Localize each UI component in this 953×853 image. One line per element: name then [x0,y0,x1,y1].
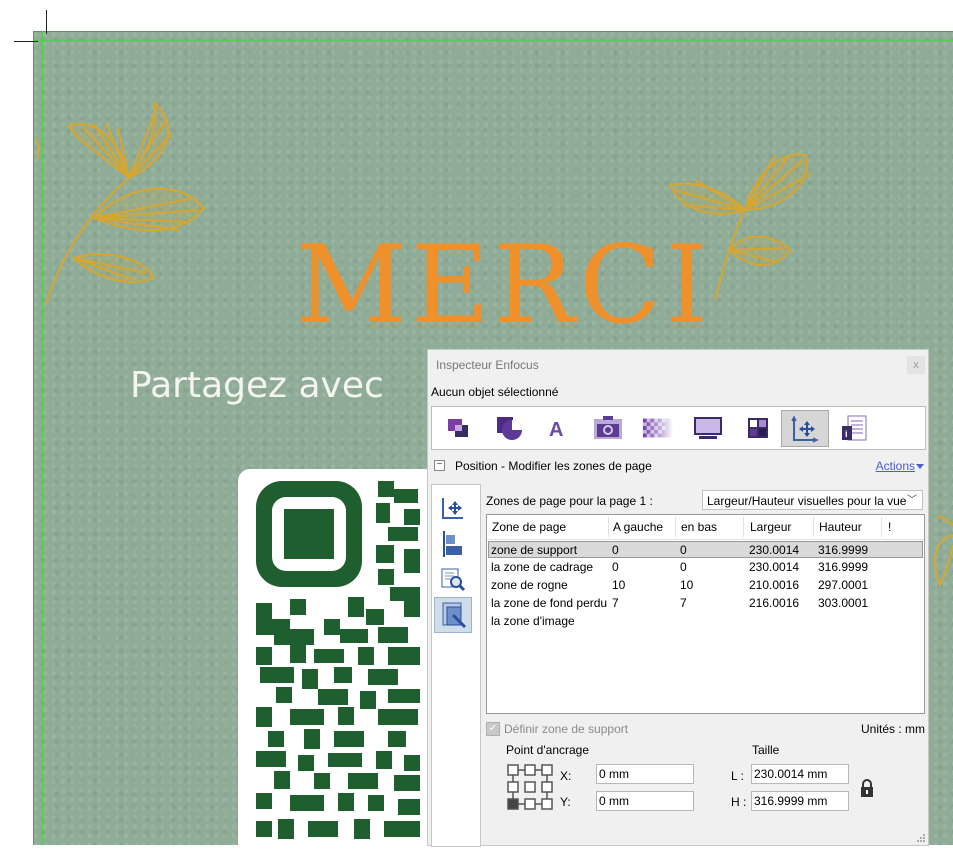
table-cell: zone de rogne [491,578,568,592]
inspector-toolbar: A i [431,406,926,450]
define-support-label: Définir zone de support [504,722,629,736]
position-icon[interactable] [781,410,829,447]
gingko-leaf-edge-illustration [933,515,953,588]
table-cell: 0 [680,560,687,574]
table-cell: 0 [680,543,687,557]
shape-icon[interactable] [493,412,525,444]
svg-text:A: A [549,419,563,440]
transparency-icon[interactable] [642,412,674,444]
table-row[interactable]: zone de rogne 10 10 210.0016 297.0001 [488,577,923,594]
gingko-leaf-left-illustration [35,100,206,304]
crop-mark-vertical [46,10,47,34]
column-divider[interactable] [675,517,676,537]
section-title: Position - Modifier les zones de page [455,459,652,473]
table-cell: la zone d'image [491,614,575,628]
headline-text: MERCI [296,223,713,348]
text-icon[interactable]: A [542,412,574,444]
table-cell: 297.0001 [818,578,869,592]
subline-text: Partagez avec [130,365,384,406]
svg-text:i: i [845,429,848,439]
table-cell: 230.0014 [749,560,800,574]
chevron-down-icon [916,464,924,470]
table-cell: 0 [612,543,619,557]
table-row[interactable]: la zone d'image [488,613,923,630]
table-row[interactable]: la zone de cadrage 0 0 230.0014 316.9999 [488,559,923,576]
width-label: L : [731,769,744,783]
inspector-panel: Inspecteur Enfocus x Aucun objet sélecti… [427,349,929,847]
zones-view-select[interactable]: Largeur/Hauteur visuelles pour la vue ﹀ [702,490,923,510]
collapse-icon[interactable]: − [434,460,445,471]
table-cell: 10 [680,578,694,592]
column-divider[interactable] [608,517,609,537]
position-section-header: − Position - Modifier les zones de page … [428,456,928,478]
bleed-guide-horizontal [33,40,953,41]
column-divider[interactable] [743,517,744,537]
monitor-icon[interactable] [692,412,724,444]
table-cell: zone de support [491,543,578,557]
column-divider[interactable] [813,517,814,537]
y-field[interactable]: 0 mm [596,791,694,811]
table-cell: la zone de cadrage [491,560,594,574]
height-field[interactable]: 316.9999 mm [751,791,849,811]
table-cell: 230.0014 [749,543,800,557]
actions-label: Actions [875,459,915,473]
table-cell: 303.0001 [818,596,869,610]
table-cell: 210.0016 [749,578,800,592]
column-header[interactable]: A gauche [613,520,663,534]
table-cell: 316.9999 [818,560,869,574]
actions-menu[interactable]: Actions [876,459,924,473]
image-icon[interactable] [592,412,624,444]
anchor-point-label: Point d'ancrage [506,743,590,757]
table-header: Zone de page A gauche en bas Largeur Hau… [487,515,924,540]
table-cell: 7 [680,596,687,610]
selection-status: Aucun objet sélectionné [431,385,559,399]
column-header[interactable]: en bas [681,520,717,534]
document-info-icon[interactable]: i [838,412,870,444]
define-support-checkbox[interactable]: ✓ [486,722,500,736]
align-icon[interactable] [438,529,468,559]
column-header[interactable]: Largeur [750,520,791,534]
column-header[interactable]: ! [888,520,891,534]
color-grid-icon[interactable] [742,412,774,444]
zones-label: Zones de page pour la page 1 : [486,494,653,508]
y-label: Y: [560,795,571,809]
x-label: X: [560,769,572,783]
inspector-title-bar[interactable]: Inspecteur Enfocus x [428,350,928,378]
qr-code-image [256,481,420,839]
table-row[interactable]: la zone de fond perdu 7 7 216.0016 303.0… [488,595,923,612]
table-cell: 316.9999 [818,543,869,557]
qr-code-card [238,469,438,849]
table-cell: 0 [612,560,619,574]
move-icon[interactable] [438,493,468,523]
width-field[interactable]: 230.0014 mm [751,764,849,784]
close-icon[interactable]: x [907,356,925,374]
column-header[interactable]: Zone de page [492,520,566,534]
chevron-down-icon: ﹀ [907,495,917,506]
table-cell: 10 [612,578,626,592]
table-cell: 216.0016 [749,596,800,610]
zoom-page-icon[interactable] [438,565,468,595]
x-field[interactable]: 0 mm [596,764,694,784]
size-label: Taille [752,743,780,757]
column-header[interactable]: Hauteur [819,520,862,534]
table-cell: la zone de fond perdu [491,596,608,610]
zones-select-value: Largeur/Hauteur visuelles pour la vue [707,494,907,508]
page-boxes-icon[interactable] [434,597,472,633]
table-cell: 7 [612,596,619,610]
units-label: Unités : mm [860,722,925,736]
crop-mark-horizontal [14,41,38,42]
anchor-point-grid[interactable] [506,763,554,811]
position-sidebar [431,484,481,847]
lock-icon[interactable] [859,778,875,798]
resize-grip-icon[interactable] [917,834,925,842]
height-label: H : [731,795,747,809]
object-icon[interactable] [442,412,474,444]
table-row[interactable]: zone de support 0 0 230.0014 316.9999 [488,541,923,558]
inspector-title: Inspecteur Enfocus [436,358,539,372]
page-zones-table: Zone de page A gauche en bas Largeur Hau… [486,514,925,714]
column-divider[interactable] [881,517,882,537]
